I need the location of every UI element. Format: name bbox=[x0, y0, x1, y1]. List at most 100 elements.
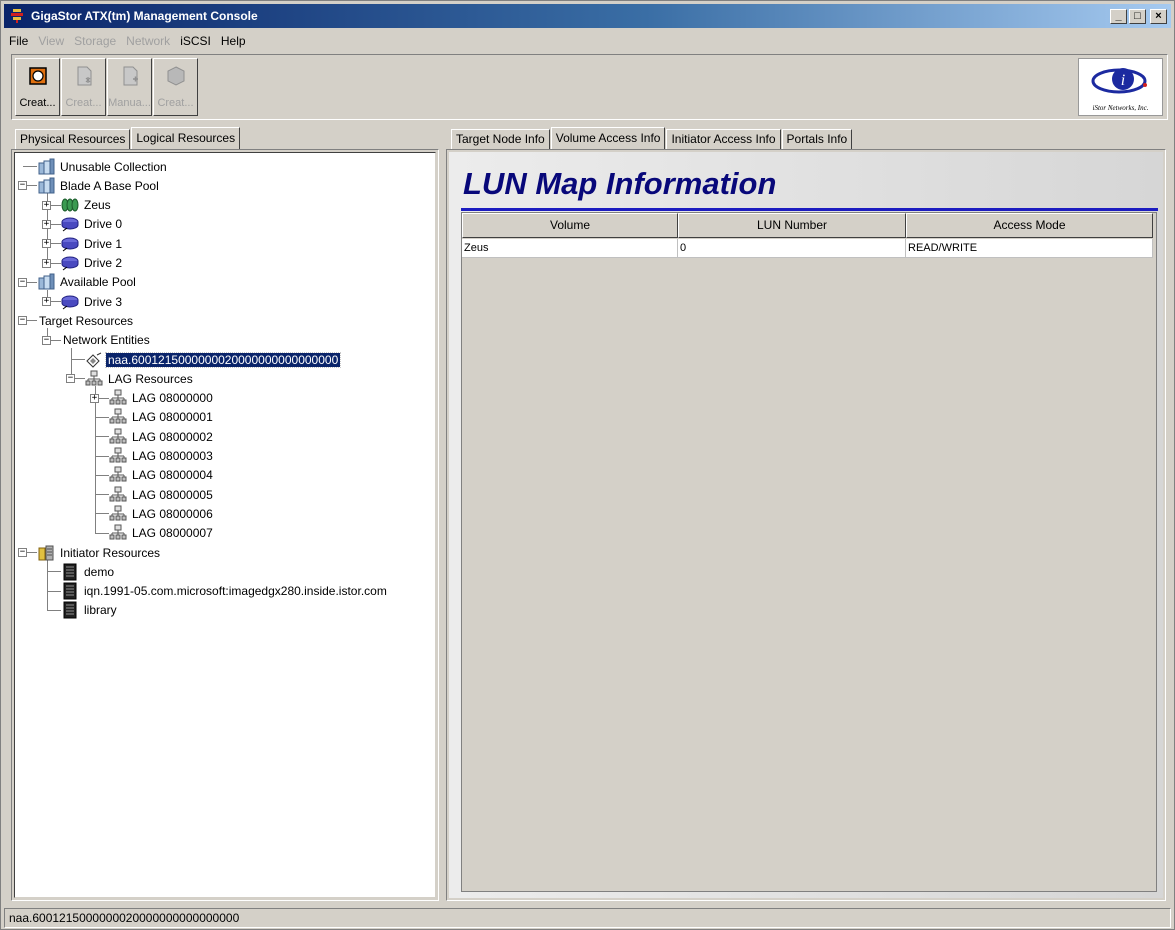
expand-icon[interactable]: + bbox=[42, 200, 51, 210]
collapse-icon[interactable]: − bbox=[18, 548, 27, 557]
tree-node[interactable]: Drive 3 bbox=[61, 292, 124, 311]
manual-config-icon bbox=[123, 66, 138, 86]
lag-icon bbox=[109, 466, 127, 482]
initiator-icon bbox=[63, 601, 77, 619]
collapse-icon[interactable]: − bbox=[18, 181, 27, 191]
column-header-access-mode[interactable]: Access Mode bbox=[906, 213, 1153, 238]
column-header-volume[interactable]: Volume bbox=[462, 213, 678, 238]
app-window: GigaStor ATX(tm) Management Console _ □ … bbox=[0, 0, 1175, 930]
menu-file[interactable]: File bbox=[4, 34, 33, 48]
tree-node-label: LAG 08000007 bbox=[132, 526, 213, 541]
expand-icon[interactable]: + bbox=[42, 239, 51, 249]
tree-node[interactable]: LAG 08000001 bbox=[109, 408, 215, 427]
collapse-icon[interactable]: − bbox=[18, 316, 27, 326]
resource-tree[interactable]: Unusable Collection Blade A Base Pool − Zeu… bbox=[14, 152, 436, 898]
tree-node[interactable]: LAG 08000004 bbox=[109, 466, 215, 485]
tree-connector bbox=[47, 609, 61, 611]
menu-network[interactable]: Network bbox=[121, 34, 175, 48]
lun-map-title: LUN Map Information bbox=[463, 166, 777, 201]
tree-connector bbox=[71, 359, 85, 360]
tree-node-label: naa.6001215000000020000000000000000 bbox=[104, 351, 342, 368]
create-volume-button[interactable]: Creat... bbox=[153, 58, 198, 116]
initiator-icon bbox=[63, 582, 77, 600]
tree-node[interactable]: Network Entities bbox=[61, 331, 152, 350]
tree-node[interactable]: demo bbox=[61, 562, 116, 581]
tree-node[interactable]: LAG 08000002 bbox=[109, 427, 215, 446]
tab-volume-access-info[interactable]: Volume Access Info bbox=[550, 127, 666, 149]
create-volume-label: Creat... bbox=[157, 97, 194, 109]
menu-help[interactable]: Help bbox=[216, 34, 251, 48]
tree-node[interactable]: LAG 08000000 bbox=[109, 389, 215, 408]
collapse-icon[interactable]: − bbox=[18, 277, 27, 287]
tree-node-label: Zeus bbox=[84, 198, 111, 213]
expand-icon[interactable]: + bbox=[42, 219, 51, 229]
collapse-icon[interactable]: − bbox=[42, 335, 51, 345]
tree-node[interactable]: LAG 08000003 bbox=[109, 447, 215, 466]
tree-node[interactable]: LAG 08000007 bbox=[109, 524, 215, 543]
tree-node[interactable]: Available Pool bbox=[37, 273, 138, 292]
tree-node[interactable]: LAG Resources bbox=[85, 369, 195, 388]
tree-node[interactable]: library bbox=[61, 601, 119, 620]
istor-logo-icon: i bbox=[1091, 68, 1147, 94]
tree-node[interactable]: naa.6001215000000020000000000000000 bbox=[85, 350, 342, 369]
minimize-button[interactable]: _ bbox=[1110, 8, 1127, 24]
create-lun-button[interactable]: Creat... bbox=[61, 58, 106, 116]
lag-icon bbox=[109, 447, 127, 463]
tree-node[interactable]: Unusable Collection bbox=[37, 157, 169, 176]
status-bar: naa.6001215000000020000000000000000 bbox=[4, 908, 1171, 928]
pool-icon bbox=[38, 273, 55, 290]
tab-portals-info[interactable]: Portals Info bbox=[781, 129, 853, 149]
tree-connector bbox=[95, 474, 109, 476]
toolbar: Creat... Creat... Manua... Creat... i iS… bbox=[11, 54, 1168, 120]
close-button[interactable]: × bbox=[1150, 8, 1167, 24]
drive-icon bbox=[61, 237, 79, 252]
tree-node[interactable]: Zeus bbox=[61, 196, 113, 215]
title-bar[interactable]: GigaStor ATX(tm) Management Console _ □ … bbox=[4, 4, 1171, 28]
tree-node-label: demo bbox=[84, 564, 115, 579]
tree-node[interactable]: LAG 08000005 bbox=[109, 485, 215, 504]
tree-node[interactable]: iqn.1991-05.com.microsoft:imagedgx280.in… bbox=[61, 582, 389, 601]
svg-text:i: i bbox=[1121, 72, 1125, 89]
table-header: Volume LUN Number Access Mode bbox=[462, 213, 1153, 238]
tree-node[interactable]: Blade A Base Pool bbox=[37, 176, 161, 195]
menu-iscsi[interactable]: iSCSI bbox=[175, 34, 216, 48]
tree-node[interactable]: Target Resources bbox=[37, 311, 135, 330]
tree-node[interactable]: LAG 08000006 bbox=[109, 504, 215, 523]
maximize-button[interactable]: □ bbox=[1129, 8, 1146, 24]
table-row[interactable]: Zeus 0 READ/WRITE bbox=[462, 239, 1153, 258]
cell-volume: Zeus bbox=[462, 239, 678, 258]
tree-node-label: LAG 08000001 bbox=[132, 410, 213, 425]
column-header-lun-number[interactable]: LUN Number bbox=[678, 213, 906, 238]
tree-node[interactable]: Drive 0 bbox=[61, 215, 124, 234]
collapse-icon[interactable]: − bbox=[66, 374, 75, 384]
tree-node[interactable]: Drive 1 bbox=[61, 234, 124, 253]
company-logo: i iStor Networks, Inc. bbox=[1078, 58, 1163, 116]
menu-storage[interactable]: Storage bbox=[69, 34, 121, 48]
tab-target-node-info[interactable]: Target Node Info bbox=[451, 129, 550, 149]
tab-logical-resources[interactable]: Logical Resources bbox=[131, 127, 241, 149]
cell-lun-number: 0 bbox=[678, 239, 906, 258]
tree-node[interactable]: Drive 2 bbox=[61, 254, 124, 273]
lag-icon bbox=[85, 370, 103, 386]
tree-node-label: LAG 08000005 bbox=[132, 487, 213, 502]
tree-connector bbox=[95, 436, 109, 438]
tree-node-label: Initiator Resources bbox=[60, 545, 161, 560]
tree-connector bbox=[95, 386, 96, 533]
manual-config-button[interactable]: Manua... bbox=[107, 58, 152, 116]
tab-initiator-access-info[interactable]: Initiator Access Info bbox=[666, 129, 781, 149]
expand-icon[interactable]: + bbox=[42, 297, 51, 307]
left-tab-bar: Physical Resources Logical Resources bbox=[15, 127, 241, 149]
expand-icon[interactable]: + bbox=[42, 258, 51, 268]
tree-connector bbox=[95, 494, 109, 496]
create-target-button[interactable]: Creat... bbox=[15, 58, 60, 116]
target-node-icon bbox=[86, 352, 102, 368]
menu-view[interactable]: View bbox=[33, 34, 69, 48]
tree-node-label: LAG 08000006 bbox=[132, 506, 213, 521]
tree-node-label: Available Pool bbox=[60, 275, 136, 290]
cell-access-mode: READ/WRITE bbox=[906, 239, 1153, 258]
tree-node[interactable]: Initiator Resources bbox=[37, 543, 162, 562]
pool-icon bbox=[38, 177, 55, 194]
lag-icon bbox=[109, 524, 127, 540]
expand-icon[interactable]: + bbox=[90, 393, 99, 403]
tab-physical-resources[interactable]: Physical Resources bbox=[15, 129, 131, 149]
